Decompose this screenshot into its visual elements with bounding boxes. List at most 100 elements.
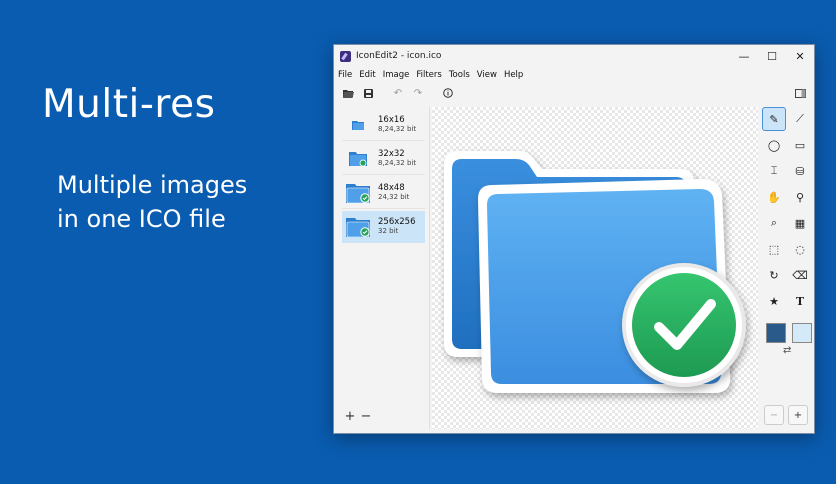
text-cursor-icon: ⌶ xyxy=(770,164,778,177)
image-size-label: 256x256 xyxy=(378,217,416,227)
maximize-button[interactable]: ☐ xyxy=(758,45,786,67)
main-area: 16x16 8,24,32 bit 32x32 8,24,32 bit 48x4… xyxy=(334,105,814,433)
toolbar: ↶ ↷ xyxy=(334,82,814,104)
redo-button[interactable]: ↷ xyxy=(408,84,428,102)
lasso-tool[interactable]: ◌ xyxy=(788,237,812,261)
zoom-icon: ⌕ xyxy=(770,216,778,229)
ellipse-tool[interactable]: ◯ xyxy=(762,133,786,157)
save-icon xyxy=(363,88,373,98)
star-icon: ★ xyxy=(769,294,779,308)
lasso-icon: ◌ xyxy=(795,242,805,256)
undo-button[interactable]: ↶ xyxy=(388,84,408,102)
thumbnail xyxy=(346,216,370,238)
zoom-out-button[interactable]: − xyxy=(764,405,784,425)
folder-thumb-icon xyxy=(352,120,364,130)
menu-view[interactable]: View xyxy=(477,70,497,80)
image-list-item-32[interactable]: 32x32 8,24,32 bit xyxy=(342,143,425,175)
swap-icon: ⇄ xyxy=(783,345,792,356)
fill-tool[interactable]: ⛁ xyxy=(788,159,812,183)
menu-filters[interactable]: Filters xyxy=(416,70,441,80)
image-list-item-48[interactable]: 48x48 24,32 bit xyxy=(342,177,425,209)
menu-file[interactable]: File xyxy=(338,70,352,80)
thumbnail xyxy=(346,182,370,204)
image-list-item-16[interactable]: 16x16 8,24,32 bit xyxy=(342,109,425,141)
promo-subtitle-line2: in one ICO file xyxy=(57,205,226,233)
rotate-tool[interactable]: ↻ xyxy=(762,263,786,287)
save-button[interactable] xyxy=(358,84,378,102)
menu-help[interactable]: Help xyxy=(504,70,523,80)
color-picker-icon: ⚲ xyxy=(795,190,805,204)
replace-color-tool[interactable]: ▦ xyxy=(788,211,812,235)
color-swatches xyxy=(766,323,812,343)
menu-tools[interactable]: Tools xyxy=(449,70,470,80)
zoom-in-icon: + xyxy=(793,409,803,421)
folder-check-icon xyxy=(444,151,746,393)
image-size-label: 48x48 xyxy=(378,183,405,193)
swap-colors-button[interactable]: ⇄ xyxy=(783,345,812,356)
thumbnail xyxy=(346,114,370,136)
ellipse-icon: ◯ xyxy=(767,138,781,152)
promo-title: Multi-res xyxy=(42,82,216,127)
menu-bar: File Edit Image Filters Tools View Help xyxy=(334,67,814,82)
thumbnail xyxy=(346,148,370,170)
panel-toggle-button[interactable] xyxy=(790,84,810,102)
toolbar-spacer xyxy=(428,84,438,102)
rectangle-tool[interactable]: ▭ xyxy=(788,133,812,157)
info-button[interactable] xyxy=(438,84,458,102)
pencil-icon: ✎ xyxy=(769,112,779,126)
rect-select-icon: ⬚ xyxy=(768,242,780,256)
panel-icon xyxy=(794,88,806,98)
image-list-pane: 16x16 8,24,32 bit 32x32 8,24,32 bit 48x4… xyxy=(338,107,430,429)
promo-subtitle-line1: Multiple images xyxy=(57,171,248,199)
text-icon: T xyxy=(795,294,805,308)
promo-subtitle: Multiple images in one ICO file xyxy=(57,168,247,236)
star-tool[interactable]: ★ xyxy=(762,289,786,313)
primary-color-swatch[interactable] xyxy=(766,323,786,343)
image-bits-label: 24,32 bit xyxy=(378,193,410,201)
open-button[interactable] xyxy=(338,84,358,102)
image-bits-label: 8,24,32 bit xyxy=(378,159,417,167)
rotate-icon: ↻ xyxy=(769,268,779,282)
rectangle-icon: ▭ xyxy=(794,138,806,152)
replace-color-icon: ▦ xyxy=(794,216,806,230)
zoom-controls: − + xyxy=(764,405,808,425)
zoom-tool[interactable]: ⌕ xyxy=(762,211,786,235)
rect-select-tool[interactable]: ⬚ xyxy=(762,237,786,261)
hand-icon: ✋ xyxy=(767,190,781,204)
line-tool[interactable]: ⟋ xyxy=(788,107,812,131)
line-icon: ⟋ xyxy=(796,112,804,125)
text-tool[interactable]: T xyxy=(788,289,812,313)
fill-bucket-icon: ⛁ xyxy=(795,164,805,178)
menu-edit[interactable]: Edit xyxy=(359,70,375,80)
color-picker-tool[interactable]: ⚲ xyxy=(788,185,812,209)
app-icon xyxy=(340,50,351,62)
title-bar: IconEdit2 - icon.ico — ☐ ✕ xyxy=(334,45,814,67)
open-folder-icon xyxy=(342,89,354,98)
menu-image[interactable]: Image xyxy=(383,70,410,80)
folder-check-thumb-icon xyxy=(349,152,367,166)
hand-tool[interactable]: ✋ xyxy=(762,185,786,209)
minimize-button[interactable]: — xyxy=(730,45,758,67)
window-title: IconEdit2 - icon.ico xyxy=(356,51,442,61)
image-size-label: 32x32 xyxy=(378,149,405,159)
image-bits-label: 32 bit xyxy=(378,227,399,235)
image-list-item-256[interactable]: 256x256 32 bit xyxy=(342,211,425,243)
remove-image-button[interactable]: − xyxy=(360,410,372,423)
image-bits-label: 8,24,32 bit xyxy=(378,125,417,133)
pencil-tool[interactable]: ✎ xyxy=(762,107,786,131)
image-list-actions: + − xyxy=(344,410,372,423)
tools-pane: ✎ ⟋ ◯ ▭ ⌶ ⛁ ✋ ⚲ ⌕ ▦ ⬚ ◌ ↻ ⌫ ★ T ⇄ − + xyxy=(760,107,812,429)
secondary-color-swatch[interactable] xyxy=(792,323,812,343)
close-button[interactable]: ✕ xyxy=(786,45,814,67)
text-cursor-tool[interactable]: ⌶ xyxy=(762,159,786,183)
zoom-in-button[interactable]: + xyxy=(788,405,808,425)
folder-check-thumb-icon xyxy=(346,183,370,203)
edit-canvas[interactable] xyxy=(432,107,758,429)
eraser-tool[interactable]: ⌫ xyxy=(788,263,812,287)
eraser-icon: ⌫ xyxy=(792,268,808,282)
tool-grid: ✎ ⟋ ◯ ▭ ⌶ ⛁ ✋ ⚲ ⌕ ▦ ⬚ ◌ ↻ ⌫ ★ T xyxy=(762,107,812,313)
zoom-out-icon: − xyxy=(769,409,779,421)
add-image-button[interactable]: + xyxy=(344,410,356,423)
redo-icon: ↷ xyxy=(413,87,423,99)
app-window: IconEdit2 - icon.ico — ☐ ✕ File Edit Ima… xyxy=(333,44,815,434)
